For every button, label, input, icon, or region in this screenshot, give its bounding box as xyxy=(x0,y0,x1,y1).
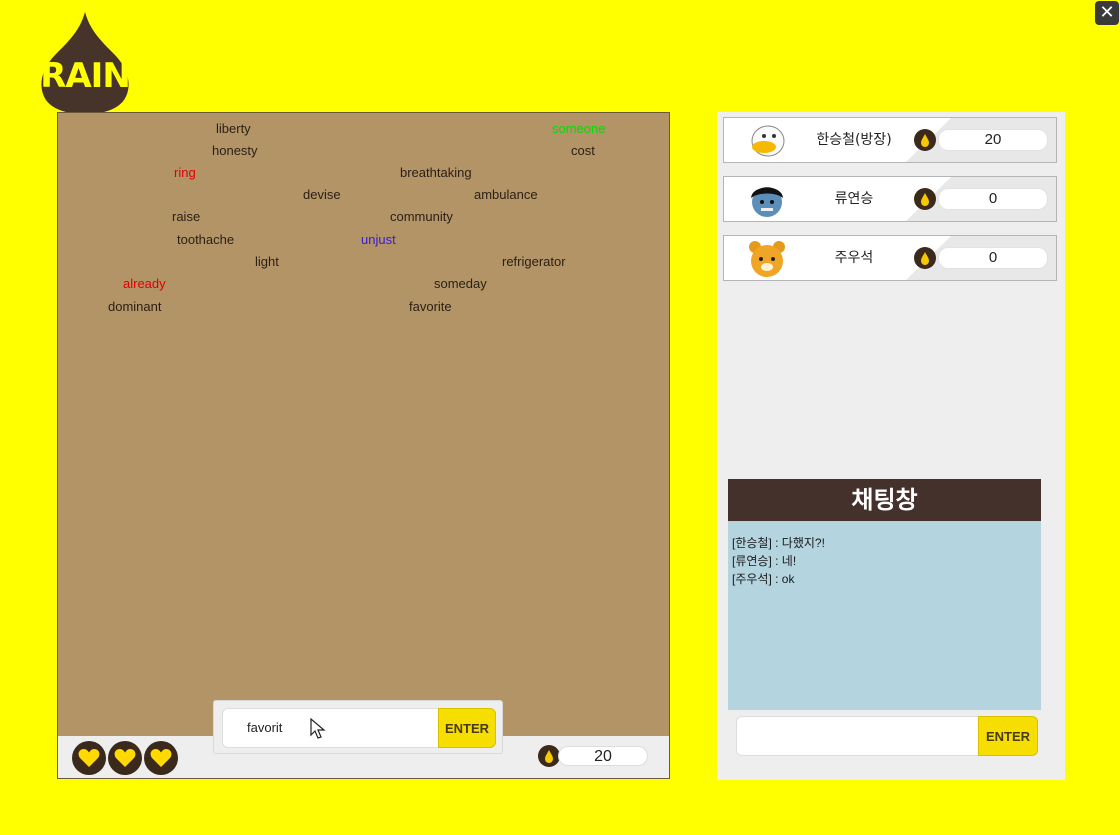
close-button[interactable]: ✕ xyxy=(1095,1,1119,25)
falling-word: someday xyxy=(434,276,487,291)
heart-icon xyxy=(108,741,142,775)
falling-word: someone xyxy=(552,121,606,136)
rain-logo: RAIN xyxy=(38,10,132,114)
falling-word: already xyxy=(123,276,166,291)
falling-word: unjust xyxy=(361,232,396,247)
word-input-panel: favorit ENTER xyxy=(213,700,503,754)
kid-avatar xyxy=(746,180,788,220)
player-card: 주우석 0 xyxy=(723,235,1057,281)
falling-word: ambulance xyxy=(474,187,538,202)
chat-message: [한승철] : 다했지?! xyxy=(732,536,825,550)
side-panel: 한승철(방장) 20 류연승 0 주우석 0 채팅창 [한승철] : 다했지?! [류연승]… xyxy=(717,112,1065,780)
falling-word: light xyxy=(255,254,279,269)
player-name: 주우석 xyxy=(834,250,874,266)
falling-word: liberty xyxy=(216,121,251,136)
coin-icon xyxy=(914,129,936,151)
chat-enter-button[interactable]: ENTER xyxy=(978,716,1038,756)
player-name: 한승철(방장) xyxy=(816,132,892,148)
falling-word: refrigerator xyxy=(502,254,566,269)
bear-avatar xyxy=(746,239,788,279)
player-card: 한승철(방장) 20 xyxy=(723,117,1057,163)
falling-word: honesty xyxy=(212,143,258,158)
player-score: 0 xyxy=(938,188,1048,210)
chat-message: [주우석] : ok xyxy=(732,572,795,586)
word-input[interactable]: favorit xyxy=(222,708,438,748)
falling-word: devise xyxy=(303,187,341,202)
heart-icon xyxy=(144,741,178,775)
duck-avatar xyxy=(746,121,788,161)
mouse-pointer-icon xyxy=(310,717,326,744)
chat-input-panel: ENTER xyxy=(728,710,1041,764)
falling-word: community xyxy=(390,209,453,224)
close-icon: ✕ xyxy=(1099,2,1115,23)
player-score: 20 xyxy=(938,129,1048,151)
player-name: 류연승 xyxy=(834,191,874,207)
coin-icon xyxy=(914,188,936,210)
falling-word: breathtaking xyxy=(400,165,472,180)
player-score: 0 xyxy=(938,247,1048,269)
falling-word: toothache xyxy=(177,232,235,247)
falling-word: ring xyxy=(174,165,196,180)
heart-icon xyxy=(72,741,106,775)
player-card: 류연승 0 xyxy=(723,176,1057,222)
chat-input[interactable] xyxy=(736,716,978,756)
word-enter-button[interactable]: ENTER xyxy=(438,708,496,748)
chat-log: [한승철] : 다했지?! [류연승] : 네! [주우석] : ok xyxy=(728,521,1041,710)
logo-text: RAIN xyxy=(40,56,131,96)
coin-icon xyxy=(538,745,560,767)
chat-title: 채팅창 xyxy=(728,479,1041,521)
game-area: liberty someone honesty cost ring breathtakin… xyxy=(57,112,670,779)
falling-word: raise xyxy=(172,209,201,224)
falling-word: favorite xyxy=(409,299,452,314)
chat-message: [류연승] : 네! xyxy=(732,554,797,568)
falling-word: dominant xyxy=(108,299,162,314)
player-score-box: 20 xyxy=(538,745,650,767)
coin-icon xyxy=(914,247,936,269)
falling-word: cost xyxy=(571,143,595,158)
lives xyxy=(72,741,178,775)
score-value: 20 xyxy=(558,746,648,766)
